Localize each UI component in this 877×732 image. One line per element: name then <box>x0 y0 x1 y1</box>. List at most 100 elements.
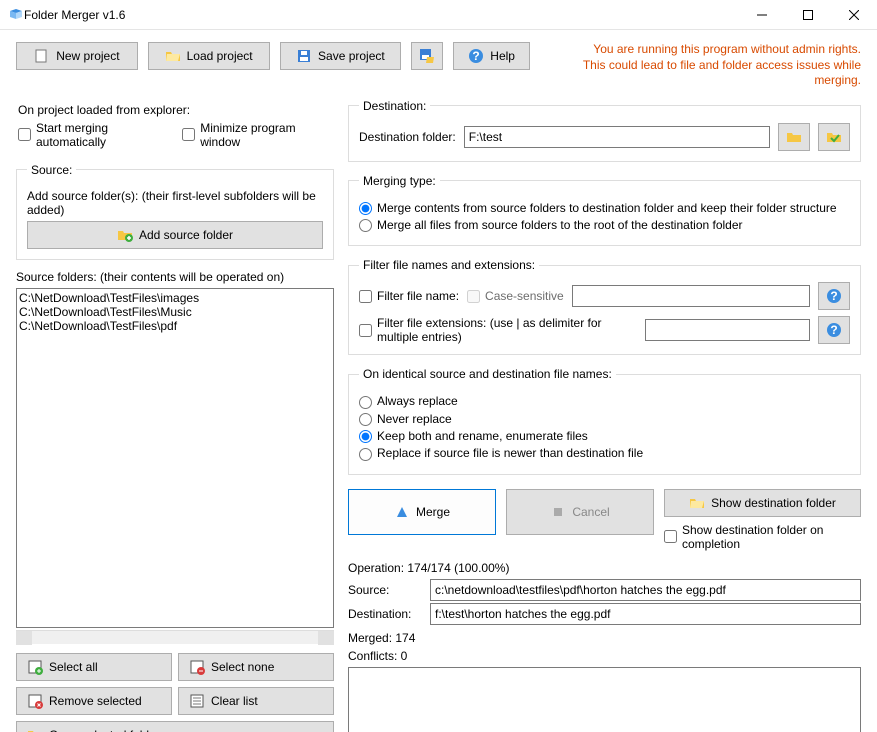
identical-group: On identical source and destination file… <box>348 367 861 474</box>
remove-selected-button[interactable]: Remove selected <box>16 687 172 715</box>
case-sensitive-checkbox[interactable]: Case-sensitive <box>467 289 564 303</box>
merged-count: Merged: 174 <box>348 631 861 645</box>
select-none-icon <box>189 659 205 675</box>
list-item[interactable]: C:\NetDownload\TestFiles\images <box>19 291 331 305</box>
svg-text:?: ? <box>830 323 837 337</box>
identical-option-4[interactable]: Replace if source file is newer than des… <box>359 446 850 460</box>
minimize-window-button[interactable] <box>739 0 785 30</box>
save-as-button[interactable] <box>411 42 443 70</box>
filter-ext-input[interactable] <box>645 319 810 341</box>
folder-icon <box>786 129 802 145</box>
start-merging-label: Start merging automatically <box>36 121 174 149</box>
show-dest-on-completion-checkbox[interactable]: Show destination folder on completion <box>664 523 861 551</box>
filter-name-checkbox[interactable]: Filter file name: <box>359 289 459 303</box>
log-output[interactable] <box>348 667 861 732</box>
save-project-button[interactable]: Save project <box>280 42 402 70</box>
identical-option-4-label: Replace if source file is newer than des… <box>377 446 643 460</box>
conflicts-count: Conflicts: 0 <box>348 649 861 663</box>
show-destination-button[interactable]: Show destination folder <box>664 489 861 517</box>
destination-legend: Destination: <box>359 99 430 113</box>
clear-list-icon <box>189 693 205 709</box>
help-label: Help <box>490 49 515 63</box>
select-all-button[interactable]: Select all <box>16 653 172 681</box>
show-dest-on-completion-label: Show destination folder on completion <box>682 523 861 551</box>
browse-destination-button[interactable] <box>778 123 810 151</box>
new-project-button[interactable]: New project <box>16 42 138 70</box>
admin-warning-line1: You are running this program without adm… <box>540 42 861 58</box>
remove-selected-label: Remove selected <box>49 694 142 708</box>
merge-button[interactable]: Merge <box>348 489 496 535</box>
add-source-hint: Add source folder(s): (their first-level… <box>27 189 323 217</box>
clear-list-label: Clear list <box>211 694 258 708</box>
cancel-button[interactable]: Cancel <box>506 489 654 535</box>
folder-open-icon <box>165 48 181 64</box>
save-project-label: Save project <box>318 49 385 63</box>
identical-legend: On identical source and destination file… <box>359 367 616 381</box>
destination-folder-label: Destination folder: <box>359 130 456 144</box>
load-project-button[interactable]: Load project <box>148 42 270 70</box>
folder-check-icon <box>826 129 842 145</box>
filter-group: Filter file names and extensions: Filter… <box>348 258 861 355</box>
filter-ext-label: Filter file extensions: (use | as delimi… <box>377 316 637 344</box>
load-project-label: Load project <box>187 49 253 63</box>
merging-type-legend: Merging type: <box>359 174 440 188</box>
identical-option-1-label: Always replace <box>377 394 458 408</box>
save-as-icon <box>419 48 435 64</box>
filter-name-input[interactable] <box>572 285 810 307</box>
new-project-icon <box>34 48 50 64</box>
destination-group: Destination: Destination folder: <box>348 99 861 162</box>
cancel-label: Cancel <box>572 505 609 519</box>
list-item[interactable]: C:\NetDownload\TestFiles\pdf <box>19 319 331 333</box>
merge-option-2-label: Merge all files from source folders to t… <box>377 218 743 232</box>
destination-folder-input[interactable] <box>464 126 770 148</box>
folder-add-icon <box>117 227 133 243</box>
source-path-value <box>430 579 861 601</box>
filter-ext-help-button[interactable]: ? <box>818 316 850 344</box>
open-selected-folder-button[interactable]: Open selected folder <box>16 721 334 732</box>
scroll-left-icon[interactable] <box>16 631 32 645</box>
filter-name-help-button[interactable]: ? <box>818 282 850 310</box>
close-window-button[interactable] <box>831 0 877 30</box>
identical-option-3-label: Keep both and rename, enumerate files <box>377 429 588 443</box>
app-icon <box>8 7 24 23</box>
scroll-right-icon[interactable] <box>318 631 334 645</box>
merge-label: Merge <box>416 505 450 519</box>
source-group: Source: Add source folder(s): (their fir… <box>16 163 334 260</box>
confirm-destination-button[interactable] <box>818 123 850 151</box>
cancel-icon <box>550 504 566 520</box>
maximize-window-button[interactable] <box>785 0 831 30</box>
help-button[interactable]: ? Help <box>453 42 530 70</box>
help-icon: ? <box>826 288 842 304</box>
select-none-button[interactable]: Select none <box>178 653 334 681</box>
minimize-window-checkbox[interactable]: Minimize program window <box>182 121 332 149</box>
folder-open-icon <box>689 495 705 511</box>
merge-option-2[interactable]: Merge all files from source folders to t… <box>359 218 850 232</box>
source-path-label: Source: <box>348 583 422 597</box>
source-folders-label: Source folders: (their contents will be … <box>16 270 334 284</box>
case-sensitive-label: Case-sensitive <box>485 289 564 303</box>
clear-list-button[interactable]: Clear list <box>178 687 334 715</box>
svg-text:?: ? <box>473 49 480 63</box>
list-item[interactable]: C:\NetDownload\TestFiles\Music <box>19 305 331 319</box>
destination-path-label: Destination: <box>348 607 422 621</box>
remove-icon <box>27 693 43 709</box>
window-title: Folder Merger v1.6 <box>24 8 739 22</box>
help-icon: ? <box>468 48 484 64</box>
on-loaded-label: On project loaded from explorer: <box>18 103 332 117</box>
help-icon: ? <box>826 322 842 338</box>
start-merging-checkbox[interactable]: Start merging automatically <box>18 121 174 149</box>
operation-label: Operation: 174/174 (100.00%) <box>348 561 861 575</box>
add-source-folder-button[interactable]: Add source folder <box>27 221 323 249</box>
merging-type-group: Merging type: Merge contents from source… <box>348 174 861 247</box>
identical-option-3[interactable]: Keep both and rename, enumerate files <box>359 429 850 443</box>
filter-legend: Filter file names and extensions: <box>359 258 539 272</box>
show-destination-label: Show destination folder <box>711 496 836 510</box>
merge-option-1[interactable]: Merge contents from source folders to de… <box>359 201 850 215</box>
source-folders-list[interactable]: C:\NetDownload\TestFiles\images C:\NetDo… <box>16 288 334 628</box>
folder-open-icon <box>27 727 43 732</box>
source-list-scrollbar[interactable] <box>16 630 334 644</box>
merge-icon <box>394 504 410 520</box>
identical-option-1[interactable]: Always replace <box>359 394 850 408</box>
filter-ext-checkbox[interactable]: Filter file extensions: (use | as delimi… <box>359 316 637 344</box>
identical-option-2[interactable]: Never replace <box>359 412 850 426</box>
